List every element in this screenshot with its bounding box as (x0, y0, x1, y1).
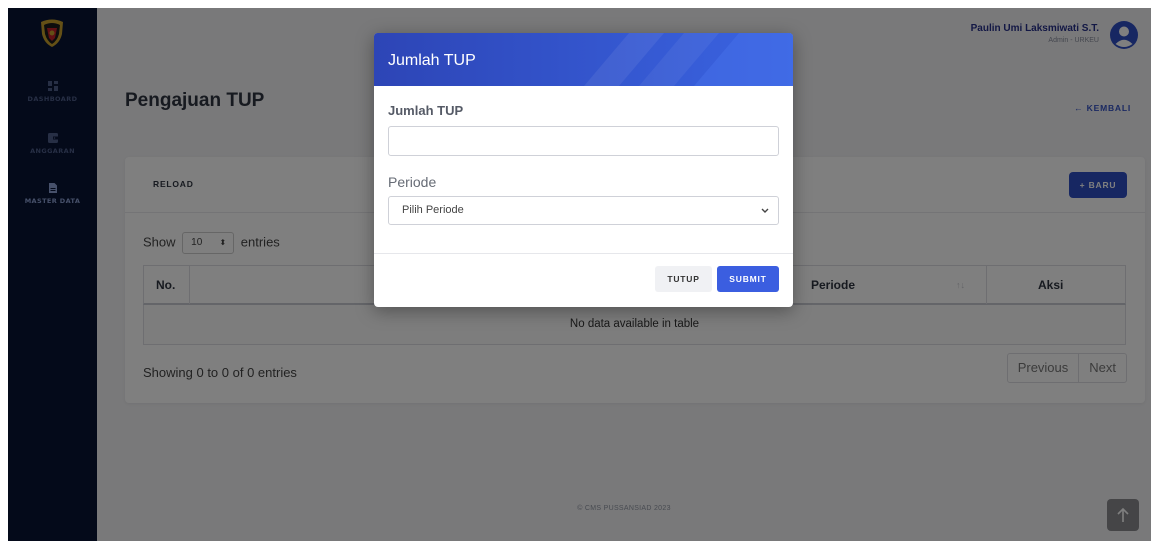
app-frame: DASHBOARD ANGGARAN MASTER DATA Paulin Um… (8, 8, 1151, 541)
period-select[interactable]: Pilih Periode (388, 196, 779, 225)
amount-input[interactable] (388, 126, 779, 156)
period-label: Periode (388, 174, 437, 190)
close-button[interactable]: TUTUP (655, 266, 712, 292)
submit-button[interactable]: SUBMIT (717, 266, 779, 292)
modal-header: Jumlah TUP (374, 33, 793, 86)
chevron-down-icon (761, 208, 769, 213)
period-selected-value: Pilih Periode (402, 204, 464, 216)
modal-divider (374, 253, 793, 254)
amount-label: Jumlah TUP (388, 103, 464, 118)
modal-title: Jumlah TUP (388, 52, 476, 69)
jumlah-tup-modal: Jumlah TUP Jumlah TUP Periode Pilih Peri… (374, 33, 793, 307)
